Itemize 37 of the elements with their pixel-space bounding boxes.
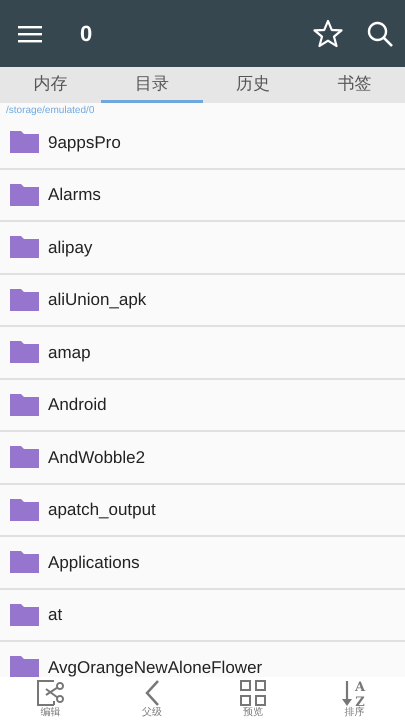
folder-name[interactable]: 9appsPro	[48, 130, 121, 155]
back-chevron-icon	[144, 679, 160, 707]
folder-icon	[10, 498, 39, 521]
search-icon[interactable]	[367, 20, 393, 46]
folder-name[interactable]: AndWobble2	[48, 444, 146, 470]
tab[interactable]: 目录	[101, 67, 202, 103]
tab[interactable]: 内存	[0, 67, 102, 103]
folder-name[interactable]: at	[48, 602, 62, 628]
folder-icon	[10, 551, 39, 574]
tab[interactable]: 书签	[304, 67, 405, 103]
toolbar-button[interactable]: 父级	[101, 677, 202, 720]
folder-name[interactable]: Applications	[48, 550, 140, 575]
path-text: /storage/emulated/0	[6, 105, 94, 116]
folder-name[interactable]: apatch_output	[48, 497, 156, 522]
folder-name[interactable]: amap	[48, 340, 91, 365]
folder-name[interactable]: alipay	[48, 234, 92, 260]
folder-icon	[10, 236, 39, 258]
folder-icon	[10, 446, 39, 468]
folder-icon	[10, 131, 39, 154]
folder-icon	[10, 184, 39, 206]
folder-title: 0	[80, 20, 92, 48]
folder-name[interactable]: Android	[48, 392, 107, 418]
folder-icon	[10, 341, 39, 364]
tab[interactable]: 历史	[202, 67, 304, 103]
toolbar-button[interactable]: 编辑	[0, 677, 102, 720]
toolbar-button[interactable]: 预览	[202, 677, 304, 720]
toolbar-button[interactable]: A Z 排序	[304, 677, 405, 720]
scissors-icon	[36, 679, 66, 707]
folder-name[interactable]: Alarms	[48, 182, 101, 208]
folder-icon	[10, 604, 39, 626]
grid-icon	[239, 679, 268, 707]
menu-icon[interactable]	[18, 24, 42, 42]
folder-name[interactable]: AvgOrangeNewAloneFlower	[48, 654, 262, 677]
folder-icon	[10, 394, 39, 416]
folder-icon	[10, 288, 39, 311]
star-icon[interactable]	[313, 19, 343, 48]
folder-name[interactable]: aliUnion_apk	[48, 287, 146, 312]
